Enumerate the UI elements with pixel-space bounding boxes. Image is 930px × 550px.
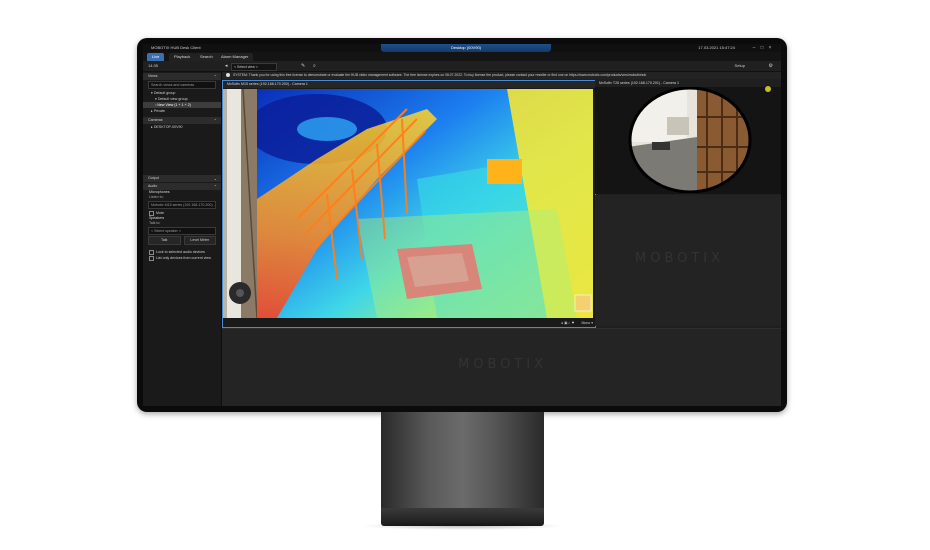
chevron-up-icon: ⌃ <box>213 74 217 79</box>
tree-label: Default group <box>153 91 176 95</box>
checkbox-icon <box>149 210 154 216</box>
camera-1-header: MxSoftv M15 series (192.168.170.200) - C… <box>223 81 595 88</box>
bookmark-icon[interactable]: ⚑ <box>571 321 574 325</box>
camera-2-title: MxSoftv T26 series (192.168.170.201) - C… <box>599 81 680 85</box>
status-indicator-icon <box>765 86 771 92</box>
window-titlebar: MOBOTIX HUB Desk Client Desktop (00V90) … <box>143 44 781 52</box>
camera-1-side-strip <box>223 89 257 318</box>
app-title: MOBOTIX HUB Desk Client <box>151 45 201 50</box>
toolbar-time: 14:35 <box>148 63 159 68</box>
list-devices-checkbox[interactable]: List only devices from current view <box>143 255 221 261</box>
camera-1-panel[interactable]: MxSoftv M15 series (192.168.170.200) - C… <box>222 80 596 328</box>
back-arrow-icon[interactable]: ◂ <box>225 61 228 71</box>
monitor-bezel: MOBOTIX HUB Desk Client Desktop (00V90) … <box>137 38 787 412</box>
view-select[interactable]: < Select view > <box>231 63 277 71</box>
monitor-stand <box>381 412 544 512</box>
main-tabs: Live Playback Search Alarm Manager <box>143 52 781 61</box>
checkbox-icon <box>149 249 154 255</box>
level-meter-button[interactable]: Level Meter <box>183 236 216 245</box>
chevron-up-icon: ⌃ <box>213 184 217 189</box>
cameras-section-header[interactable]: Cameras ⌃ <box>143 117 221 124</box>
minimize-icon[interactable]: – <box>751 45 757 51</box>
tree-item-private[interactable]: ▸ Private <box>143 108 221 114</box>
output-section-header[interactable]: Output ⌄ <box>143 175 221 182</box>
audio-title: Audio <box>148 184 158 188</box>
talk-button[interactable]: Talk <box>148 236 181 245</box>
stream-select[interactable]: Mono <box>581 321 590 325</box>
tab-live[interactable]: Live <box>147 53 165 61</box>
center-title-label: Desktop (00V90) <box>450 45 481 50</box>
camera-1-title: MxSoftv M15 series (192.168.170.200) - C… <box>227 82 308 86</box>
lock-audio-label: Lock to selected audio devices <box>156 250 205 254</box>
view-select-value: < Select view > <box>234 65 258 69</box>
close-icon[interactable]: × <box>767 45 773 51</box>
talk-to-label: Talk to: <box>149 221 161 225</box>
view-area: SYSTEM: Thank you for using this free li… <box>222 72 781 406</box>
search-icon[interactable]: ⌕ <box>313 61 316 71</box>
sidebar: Views ⌃ Search views and cameras ▾ Defaul… <box>143 72 222 406</box>
edit-icon[interactable]: ✎ <box>301 61 305 71</box>
tree-label: Private <box>153 109 165 113</box>
speaker-select[interactable]: < Select speaker > <box>148 227 216 235</box>
tree-label: DESKTOP-00V90 <box>153 125 183 129</box>
list-devices-label: List only devices from current view <box>156 256 211 260</box>
empty-view-panel-2[interactable]: MOBOTIX <box>222 328 781 406</box>
chevron-down-icon: ▾ <box>591 321 593 325</box>
camera-2-panel[interactable]: MxSoftv T26 series (192.168.170.201) - C… <box>595 80 781 194</box>
tab-alarm-manager[interactable]: Alarm Manager <box>216 53 254 61</box>
info-icon <box>226 73 230 78</box>
views-title: Views <box>148 74 158 78</box>
output-title: Output <box>148 176 159 180</box>
record-icon[interactable]: ● <box>561 321 563 325</box>
center-title-tab[interactable]: Desktop (00V90) <box>381 44 551 52</box>
microphone-select[interactable]: Mobotix M15 series (192.168.170.200) - M… <box>148 201 216 209</box>
camera-2-header: MxSoftv T26 series (192.168.170.201) - C… <box>595 80 781 87</box>
views-section-header[interactable]: Views ⌃ <box>143 73 221 80</box>
views-search-input[interactable]: Search views and cameras <box>148 81 216 89</box>
empty-view-panel-1[interactable]: MOBOTIX <box>595 195 781 326</box>
fisheye-camera-image <box>628 87 752 193</box>
license-notice: SYSTEM: Thank you for using this free li… <box>222 72 781 79</box>
screen: MOBOTIX HUB Desk Client Desktop (00V90) … <box>143 44 781 406</box>
toolbar: 14:35 ◂ < Select view > ✎ ⌕ Setup ⚙ <box>143 61 781 72</box>
cameras-title: Cameras <box>148 118 163 122</box>
chevron-down-icon: ⌄ <box>213 176 217 181</box>
license-notice-text: SYSTEM: Thank you for using this free li… <box>233 73 647 77</box>
checkbox-icon <box>149 255 154 261</box>
camera-icon[interactable]: ▣ <box>564 321 567 325</box>
setup-button[interactable]: Setup <box>735 61 745 71</box>
camera-1-controls: ● ▣ ⌕ ⚑ Mono ▾ <box>561 320 593 326</box>
audio-section-header[interactable]: Audio ⌃ <box>143 183 221 190</box>
watermark-logo: MOBOTIX <box>635 251 725 266</box>
stand-shadow <box>360 522 565 530</box>
listen-to-label: Listen to: <box>149 195 164 199</box>
clock: 17.03.2021 15:47:24 <box>698 45 735 50</box>
settings-icon[interactable]: ⚙ <box>769 61 773 71</box>
tree-label: Default view group <box>157 97 188 101</box>
maximize-icon[interactable]: □ <box>759 45 765 51</box>
tree-label: New View (1 + 1 + 2) <box>157 103 191 107</box>
chevron-up-icon: ⌃ <box>213 118 217 123</box>
thermal-camera-image <box>257 89 593 318</box>
mute-label: Mute <box>156 211 164 215</box>
tab-search[interactable]: Search <box>195 53 218 61</box>
watermark-logo: MOBOTIX <box>458 357 548 372</box>
tab-playback[interactable]: Playback <box>169 53 196 61</box>
audio-buttons: Talk Level Meter <box>148 236 216 245</box>
